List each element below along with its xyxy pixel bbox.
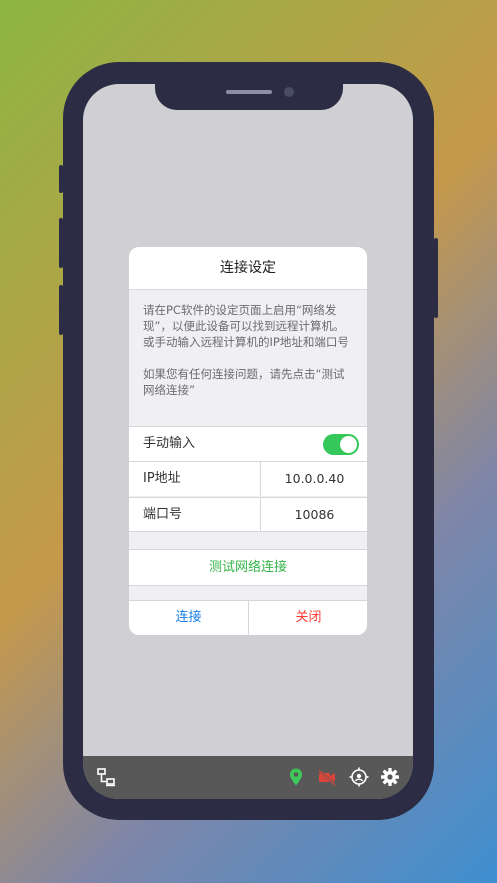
description-text-2: 如果您有任何连接问题，请先点击“测试网络连接” xyxy=(143,367,345,397)
network-icon[interactable] xyxy=(96,767,116,787)
gear-icon[interactable] xyxy=(380,767,400,787)
notch xyxy=(155,84,343,110)
volume-down-button xyxy=(59,285,63,335)
power-button xyxy=(434,238,438,318)
test-network-button[interactable]: 测试网络连接 xyxy=(129,549,367,586)
speaker-grille xyxy=(226,90,272,94)
ip-address-row: IP地址 10.0.0.40 xyxy=(129,461,367,496)
manual-input-toggle[interactable] xyxy=(323,434,359,455)
dialog-actions: 连接 关闭 xyxy=(129,600,367,635)
video-off-icon[interactable] xyxy=(317,767,337,787)
close-button[interactable]: 关闭 xyxy=(248,601,367,635)
port-input[interactable]: 10086 xyxy=(260,498,367,532)
volume-up-button xyxy=(59,218,63,268)
mute-switch xyxy=(59,165,63,193)
connect-button[interactable]: 连接 xyxy=(129,601,248,635)
manual-input-row: 手动输入 xyxy=(129,426,367,461)
port-label: 端口号 xyxy=(143,507,183,522)
toggle-knob xyxy=(340,436,357,453)
crosshair-icon[interactable] xyxy=(349,767,369,787)
dialog-title: 连接设定 xyxy=(129,247,367,290)
connection-settings-dialog: 连接设定 请在PC软件的设定页面上启用“网络发现”，以便此设备可以找到远程计算机… xyxy=(129,247,367,635)
dialog-description: 请在PC软件的设定页面上启用“网络发现”，以便此设备可以找到远程计算机。或手动输… xyxy=(129,290,367,398)
manual-input-label: 手动输入 xyxy=(143,436,196,451)
front-camera xyxy=(284,87,294,97)
description-text-1: 请在PC软件的设定页面上启用“网络发现”，以便此设备可以找到远程计算机。或手动输… xyxy=(143,303,349,349)
ip-address-input[interactable]: 10.0.0.40 xyxy=(260,462,367,496)
port-row: 端口号 10086 xyxy=(129,497,367,532)
location-pin-icon[interactable] xyxy=(286,767,306,787)
ip-address-label: IP地址 xyxy=(143,471,181,486)
